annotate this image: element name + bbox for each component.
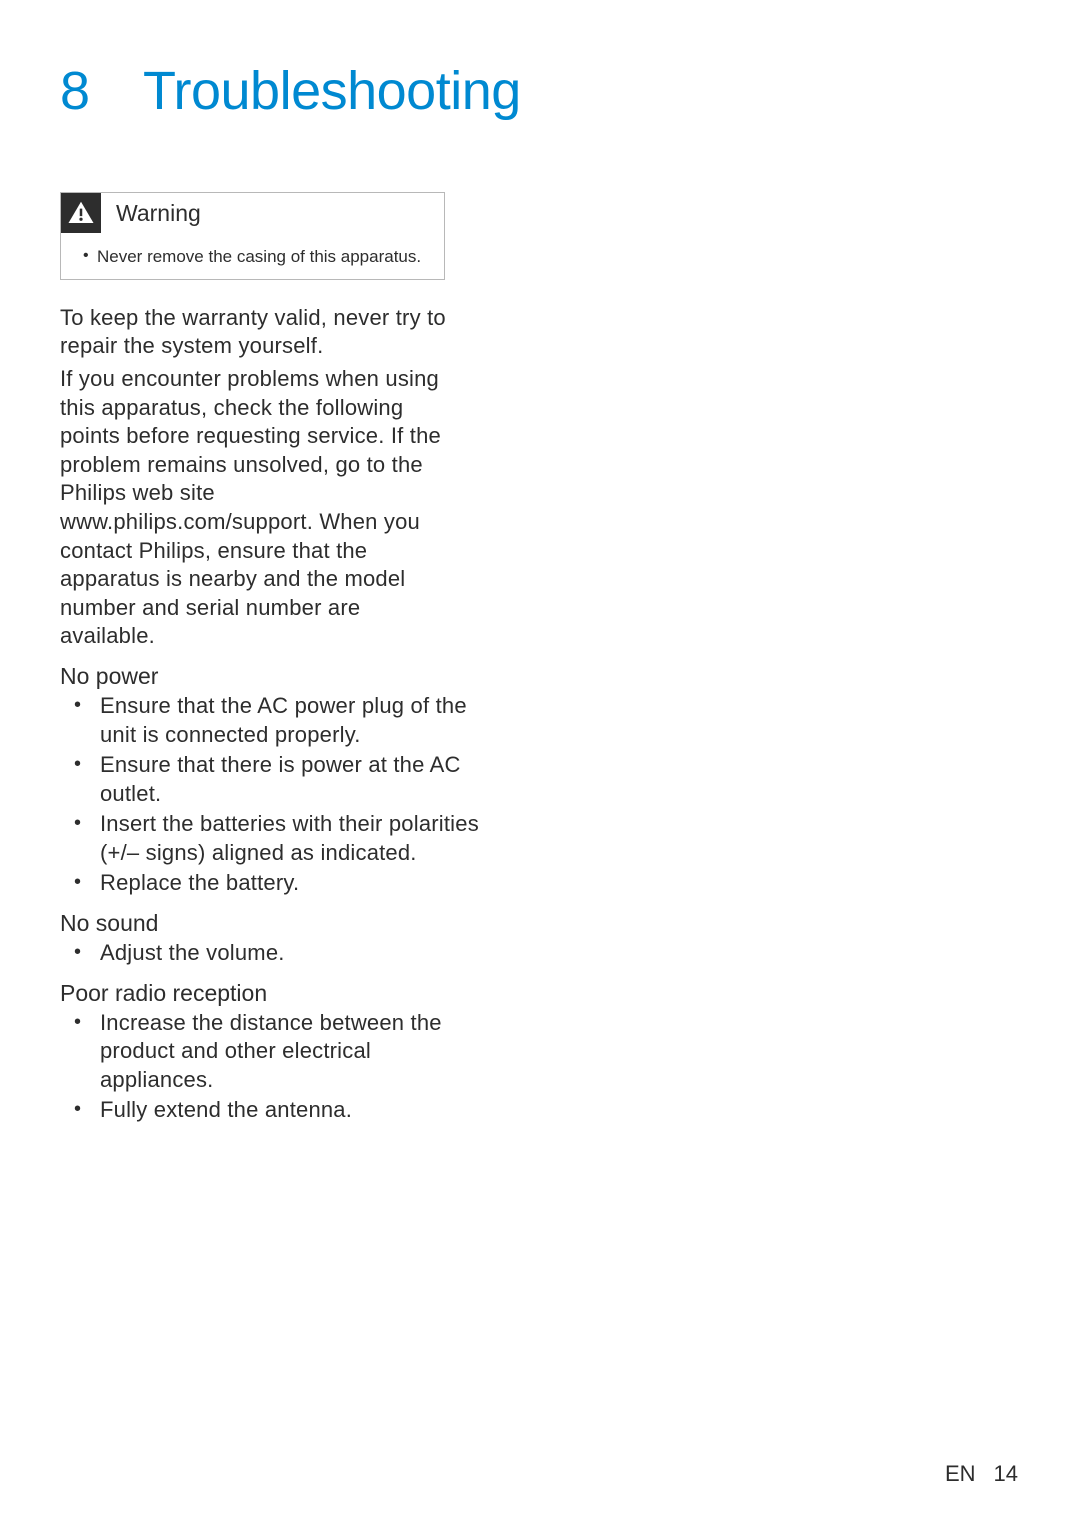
warning-box: Warning Never remove the casing of this … bbox=[60, 192, 445, 280]
footer-lang: EN bbox=[945, 1461, 976, 1486]
bullet-list-no-power: Ensure that the AC power plug of the uni… bbox=[60, 692, 480, 898]
page-footer: EN 14 bbox=[945, 1461, 1018, 1487]
list-item: Replace the battery. bbox=[60, 869, 480, 898]
intro-paragraph-1: To keep the warranty valid, never try to… bbox=[60, 304, 460, 361]
section-title-poor-reception: Poor radio reception bbox=[60, 980, 1020, 1007]
list-item: Insert the batteries with their polariti… bbox=[60, 810, 480, 867]
warning-header: Warning bbox=[61, 193, 444, 239]
footer-page-number: 14 bbox=[994, 1461, 1018, 1486]
intro-paragraph-2: If you encounter problems when using thi… bbox=[60, 365, 460, 651]
list-item: Adjust the volume. bbox=[60, 939, 480, 968]
list-item: Increase the distance between the produc… bbox=[60, 1009, 480, 1095]
warning-item: Never remove the casing of this apparatu… bbox=[83, 245, 432, 269]
section-title-no-power: No power bbox=[60, 663, 1020, 690]
list-item: Fully extend the antenna. bbox=[60, 1096, 480, 1125]
bullet-list-no-sound: Adjust the volume. bbox=[60, 939, 480, 968]
page-heading: 8 Troubleshooting bbox=[60, 60, 1020, 122]
bullet-list-poor-reception: Increase the distance between the produc… bbox=[60, 1009, 480, 1125]
list-item: Ensure that there is power at the AC out… bbox=[60, 751, 480, 808]
section-title-no-sound: No sound bbox=[60, 910, 1020, 937]
list-item: Ensure that the AC power plug of the uni… bbox=[60, 692, 480, 749]
warning-title: Warning bbox=[116, 200, 201, 227]
warning-icon bbox=[61, 193, 101, 233]
warning-list: Never remove the casing of this apparatu… bbox=[61, 239, 444, 279]
